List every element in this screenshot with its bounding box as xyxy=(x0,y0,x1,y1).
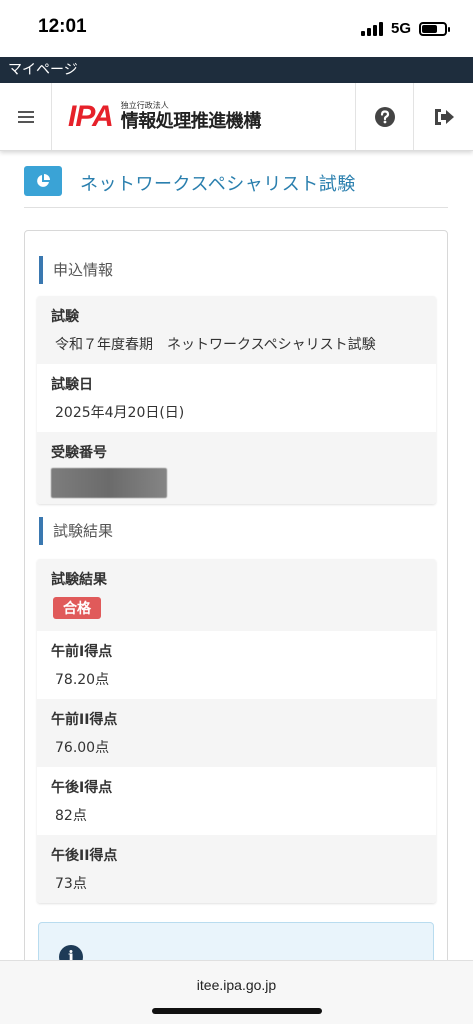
pass-badge: 合格 xyxy=(53,597,101,619)
status-time: 12:01 xyxy=(38,16,87,37)
result-row-am2: 午前II得点 76.00点 xyxy=(37,699,436,767)
question-circle-icon xyxy=(374,106,395,127)
org-text: 独立行政法人 情報処理推進機構 xyxy=(120,100,262,133)
info-row-exam-number: 受験番号 xyxy=(37,432,436,504)
result-row-pm2: 午後II得点 73点 xyxy=(37,835,436,903)
browser-address-bar[interactable]: itee.ipa.go.jp xyxy=(0,960,473,1024)
mypage-bar: マイページ xyxy=(0,57,473,83)
row-label: 午前I得点 xyxy=(51,644,113,660)
info-row-exam: 試験 令和７年度春期 ネットワークスペシャリスト試験 xyxy=(37,296,436,364)
home-indicator[interactable] xyxy=(152,1008,322,1014)
row-label: 午後I得点 xyxy=(51,780,113,796)
signal-icon xyxy=(360,21,383,36)
row-value: 78.20点 xyxy=(55,672,110,688)
results-section-heading: 試験結果 xyxy=(39,517,113,545)
status-indicators: 5G xyxy=(360,20,450,37)
info-row-exam-date: 試験日 2025年4月20日(日) xyxy=(37,364,436,432)
result-row-am1: 午前I得点 78.20点 xyxy=(37,631,436,699)
result-row-pm1: 午後I得点 82点 xyxy=(37,767,436,835)
page-title-row: ネットワークスペシャリスト試験 xyxy=(24,166,448,208)
row-label: 試験結果 xyxy=(51,572,107,588)
row-value: 73点 xyxy=(55,876,87,892)
row-value: 82点 xyxy=(55,808,87,824)
exam-info-panel: 申込情報 試験 令和７年度春期 ネットワークスペシャリスト試験 試験日 2025… xyxy=(24,230,448,990)
row-value: 2025年4月20日(日) xyxy=(55,405,185,421)
ipa-logo-mark: IPA xyxy=(68,99,114,133)
org-type: 独立行政法人 xyxy=(120,100,169,110)
site-logo[interactable]: IPA 独立行政法人 情報処理推進機構 xyxy=(52,83,355,150)
status-bar: 12:01 5G xyxy=(0,0,473,56)
hamburger-icon xyxy=(17,110,34,123)
org-name: 情報処理推進機構 xyxy=(120,110,262,132)
row-label: 受験番号 xyxy=(51,445,107,461)
results-box: 試験結果 合格 午前I得点 78.20点 午前II得点 76.00点 午後I得点… xyxy=(37,559,436,903)
row-value: 令和７年度春期 ネットワークスペシャリスト試験 xyxy=(55,337,376,353)
app-header: IPA 独立行政法人 情報処理推進機構 xyxy=(0,83,473,151)
row-label: 試験日 xyxy=(51,377,93,393)
menu-button[interactable] xyxy=(0,83,52,150)
row-value: 76.00点 xyxy=(55,740,110,756)
network-type: 5G xyxy=(390,20,411,37)
pie-chart-icon xyxy=(24,166,62,196)
logout-button[interactable] xyxy=(413,83,473,150)
application-info-box: 試験 令和７年度春期 ネットワークスペシャリスト試験 試験日 2025年4月20… xyxy=(37,296,436,504)
battery-icon xyxy=(419,21,450,36)
row-label: 試験 xyxy=(51,309,79,325)
page-title: ネットワークスペシャリスト試験 xyxy=(80,174,356,195)
row-label: 午前II得点 xyxy=(51,712,118,728)
sign-out-icon xyxy=(434,108,454,125)
application-section-heading: 申込情報 xyxy=(39,256,113,284)
row-label: 午後II得点 xyxy=(51,848,118,864)
redacted-exam-number xyxy=(51,468,167,498)
url-text[interactable]: itee.ipa.go.jp xyxy=(0,977,473,993)
help-button[interactable] xyxy=(355,83,413,150)
result-row-status: 試験結果 合格 xyxy=(37,559,436,631)
